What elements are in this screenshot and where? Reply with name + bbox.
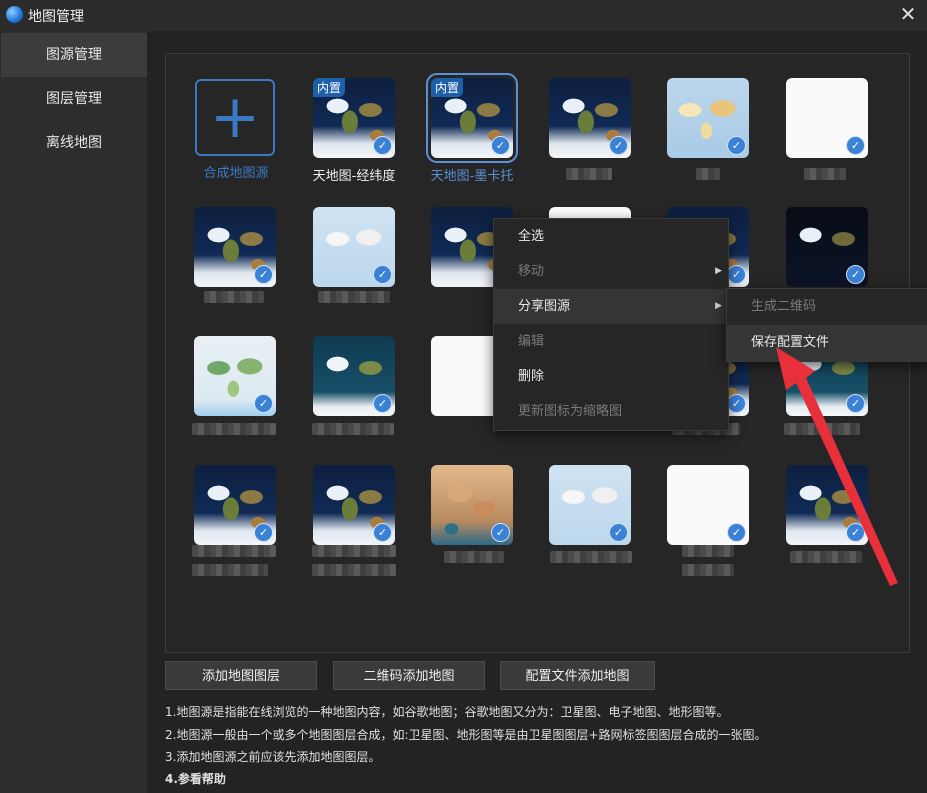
help-text-2: 2.地图源一般由一个或多个地图图层合成，如:卫星图、地形图等是由卫星图图层+路网… bbox=[165, 728, 767, 742]
map-source-tile[interactable]: ✓ bbox=[194, 207, 276, 287]
menu-item-delete[interactable]: 删除 bbox=[494, 359, 728, 394]
map-source-tile[interactable]: ✓ bbox=[313, 465, 395, 545]
share-submenu: 生成二维码 保存配置文件 bbox=[726, 288, 927, 362]
check-icon[interactable]: ✓ bbox=[727, 394, 746, 413]
blurred-label bbox=[784, 423, 860, 435]
map-source-tile[interactable]: ✓ bbox=[549, 465, 631, 545]
check-icon[interactable]: ✓ bbox=[373, 136, 392, 155]
map-source-tile[interactable]: ✓ bbox=[194, 465, 276, 545]
check-icon[interactable]: ✓ bbox=[727, 523, 746, 542]
menu-item-update-thumbnail[interactable]: 更新图标为缩略图 bbox=[494, 394, 728, 429]
blurred-label bbox=[550, 551, 632, 563]
blurred-label bbox=[790, 551, 862, 563]
menu-item-share-label: 分享图源 bbox=[518, 299, 571, 314]
blurred-label bbox=[312, 564, 396, 576]
map-source-tile[interactable]: ✓ bbox=[667, 78, 749, 158]
submenu-arrow-icon: ▶ bbox=[715, 266, 722, 276]
blurred-label bbox=[204, 291, 264, 303]
window-title: 地图管理 bbox=[28, 9, 84, 25]
qr-add-map-button[interactable]: 二维码添加地图 bbox=[333, 661, 485, 690]
builtin-badge: 内置 bbox=[313, 78, 346, 97]
blurred-label bbox=[192, 564, 268, 576]
tile-label-tianditu-mercator: 天地图-墨卡托 bbox=[430, 169, 514, 184]
map-source-tile[interactable]: ✓ bbox=[431, 465, 513, 545]
map-source-tile[interactable]: ✓ bbox=[786, 78, 868, 158]
map-source-tile[interactable]: 内置 ✓ bbox=[313, 78, 395, 158]
map-source-tile[interactable]: ✓ bbox=[194, 336, 276, 416]
menu-item-share-source[interactable]: 分享图源 ▶ bbox=[494, 289, 728, 324]
context-menu: 全选 移动 ▶ 分享图源 ▶ 编辑 删除 更新图标为缩略图 bbox=[493, 218, 729, 431]
sidebar-item-source[interactable]: 图源管理 bbox=[1, 33, 147, 77]
map-source-tile[interactable]: ✓ bbox=[786, 207, 868, 287]
blurred-label bbox=[566, 168, 612, 180]
blurred-label bbox=[682, 545, 734, 557]
check-icon[interactable]: ✓ bbox=[846, 136, 865, 155]
plus-icon: + bbox=[209, 82, 261, 152]
map-source-tile-selected[interactable]: 内置 ✓ bbox=[426, 73, 518, 163]
blurred-label bbox=[696, 168, 720, 180]
blurred-label bbox=[192, 423, 276, 435]
check-icon[interactable]: ✓ bbox=[254, 394, 273, 413]
blurred-label bbox=[804, 168, 846, 180]
check-icon[interactable]: ✓ bbox=[727, 136, 746, 155]
blurred-label bbox=[312, 545, 396, 557]
tile-label-tianditu-latlon: 天地图-经纬度 bbox=[312, 169, 396, 184]
add-composite-source-button[interactable]: + bbox=[195, 79, 275, 156]
sidebar-item-offline[interactable]: 离线地图 bbox=[1, 121, 147, 165]
check-icon[interactable]: ✓ bbox=[727, 265, 746, 284]
menu-item-select-all[interactable]: 全选 bbox=[494, 219, 728, 254]
menu-item-move[interactable]: 移动 ▶ bbox=[494, 254, 728, 289]
submenu-item-save-config[interactable]: 保存配置文件 bbox=[727, 325, 927, 361]
sidebar-item-layers[interactable]: 图层管理 bbox=[1, 77, 147, 121]
map-source-tile[interactable]: ✓ bbox=[313, 207, 395, 287]
close-icon[interactable]: ✕ bbox=[897, 3, 919, 25]
blurred-label bbox=[682, 564, 734, 576]
check-icon[interactable]: ✓ bbox=[609, 523, 628, 542]
check-icon[interactable]: ✓ bbox=[373, 523, 392, 542]
submenu-item-generate-qr[interactable]: 生成二维码 bbox=[727, 289, 927, 325]
check-icon[interactable]: ✓ bbox=[373, 394, 392, 413]
help-link[interactable]: 4.参看帮助 bbox=[165, 770, 226, 787]
help-text-1: 1.地图源是指能在线浏览的一种地图内容，如谷歌地图；谷歌地图又分为：卫星图、电子… bbox=[165, 705, 729, 719]
check-icon[interactable]: ✓ bbox=[846, 523, 865, 542]
config-add-map-button[interactable]: 配置文件添加地图 bbox=[500, 661, 655, 690]
menu-item-move-label: 移动 bbox=[518, 264, 545, 279]
sidebar: 图源管理 图层管理 离线地图 bbox=[1, 31, 147, 793]
blurred-label bbox=[444, 551, 504, 563]
check-icon[interactable]: ✓ bbox=[491, 136, 510, 155]
menu-item-edit[interactable]: 编辑 bbox=[494, 324, 728, 359]
map-source-tile[interactable]: ✓ bbox=[313, 336, 395, 416]
title-bar: 地图管理 ✕ bbox=[0, 0, 927, 30]
check-icon[interactable]: ✓ bbox=[846, 265, 865, 284]
app-logo-icon bbox=[6, 6, 23, 23]
check-icon[interactable]: ✓ bbox=[609, 136, 628, 155]
help-text-3: 3.添加地图源之前应该先添加地图图层。 bbox=[165, 750, 381, 764]
add-composite-source-label[interactable]: 合成地图源 bbox=[195, 162, 277, 181]
check-icon[interactable]: ✓ bbox=[254, 523, 273, 542]
check-icon[interactable]: ✓ bbox=[846, 394, 865, 413]
builtin-badge: 内置 bbox=[431, 78, 464, 97]
blurred-label bbox=[312, 423, 394, 435]
map-source-tile[interactable]: ✓ bbox=[786, 465, 868, 545]
submenu-arrow-icon: ▶ bbox=[715, 301, 722, 311]
blurred-label bbox=[318, 291, 390, 303]
add-layer-button[interactable]: 添加地图图层 bbox=[165, 661, 317, 690]
map-source-tile[interactable]: ✓ bbox=[549, 78, 631, 158]
map-source-tile[interactable]: ✓ bbox=[667, 465, 749, 545]
check-icon[interactable]: ✓ bbox=[491, 523, 510, 542]
blurred-label bbox=[192, 545, 276, 557]
check-icon[interactable]: ✓ bbox=[373, 265, 392, 284]
check-icon[interactable]: ✓ bbox=[254, 265, 273, 284]
